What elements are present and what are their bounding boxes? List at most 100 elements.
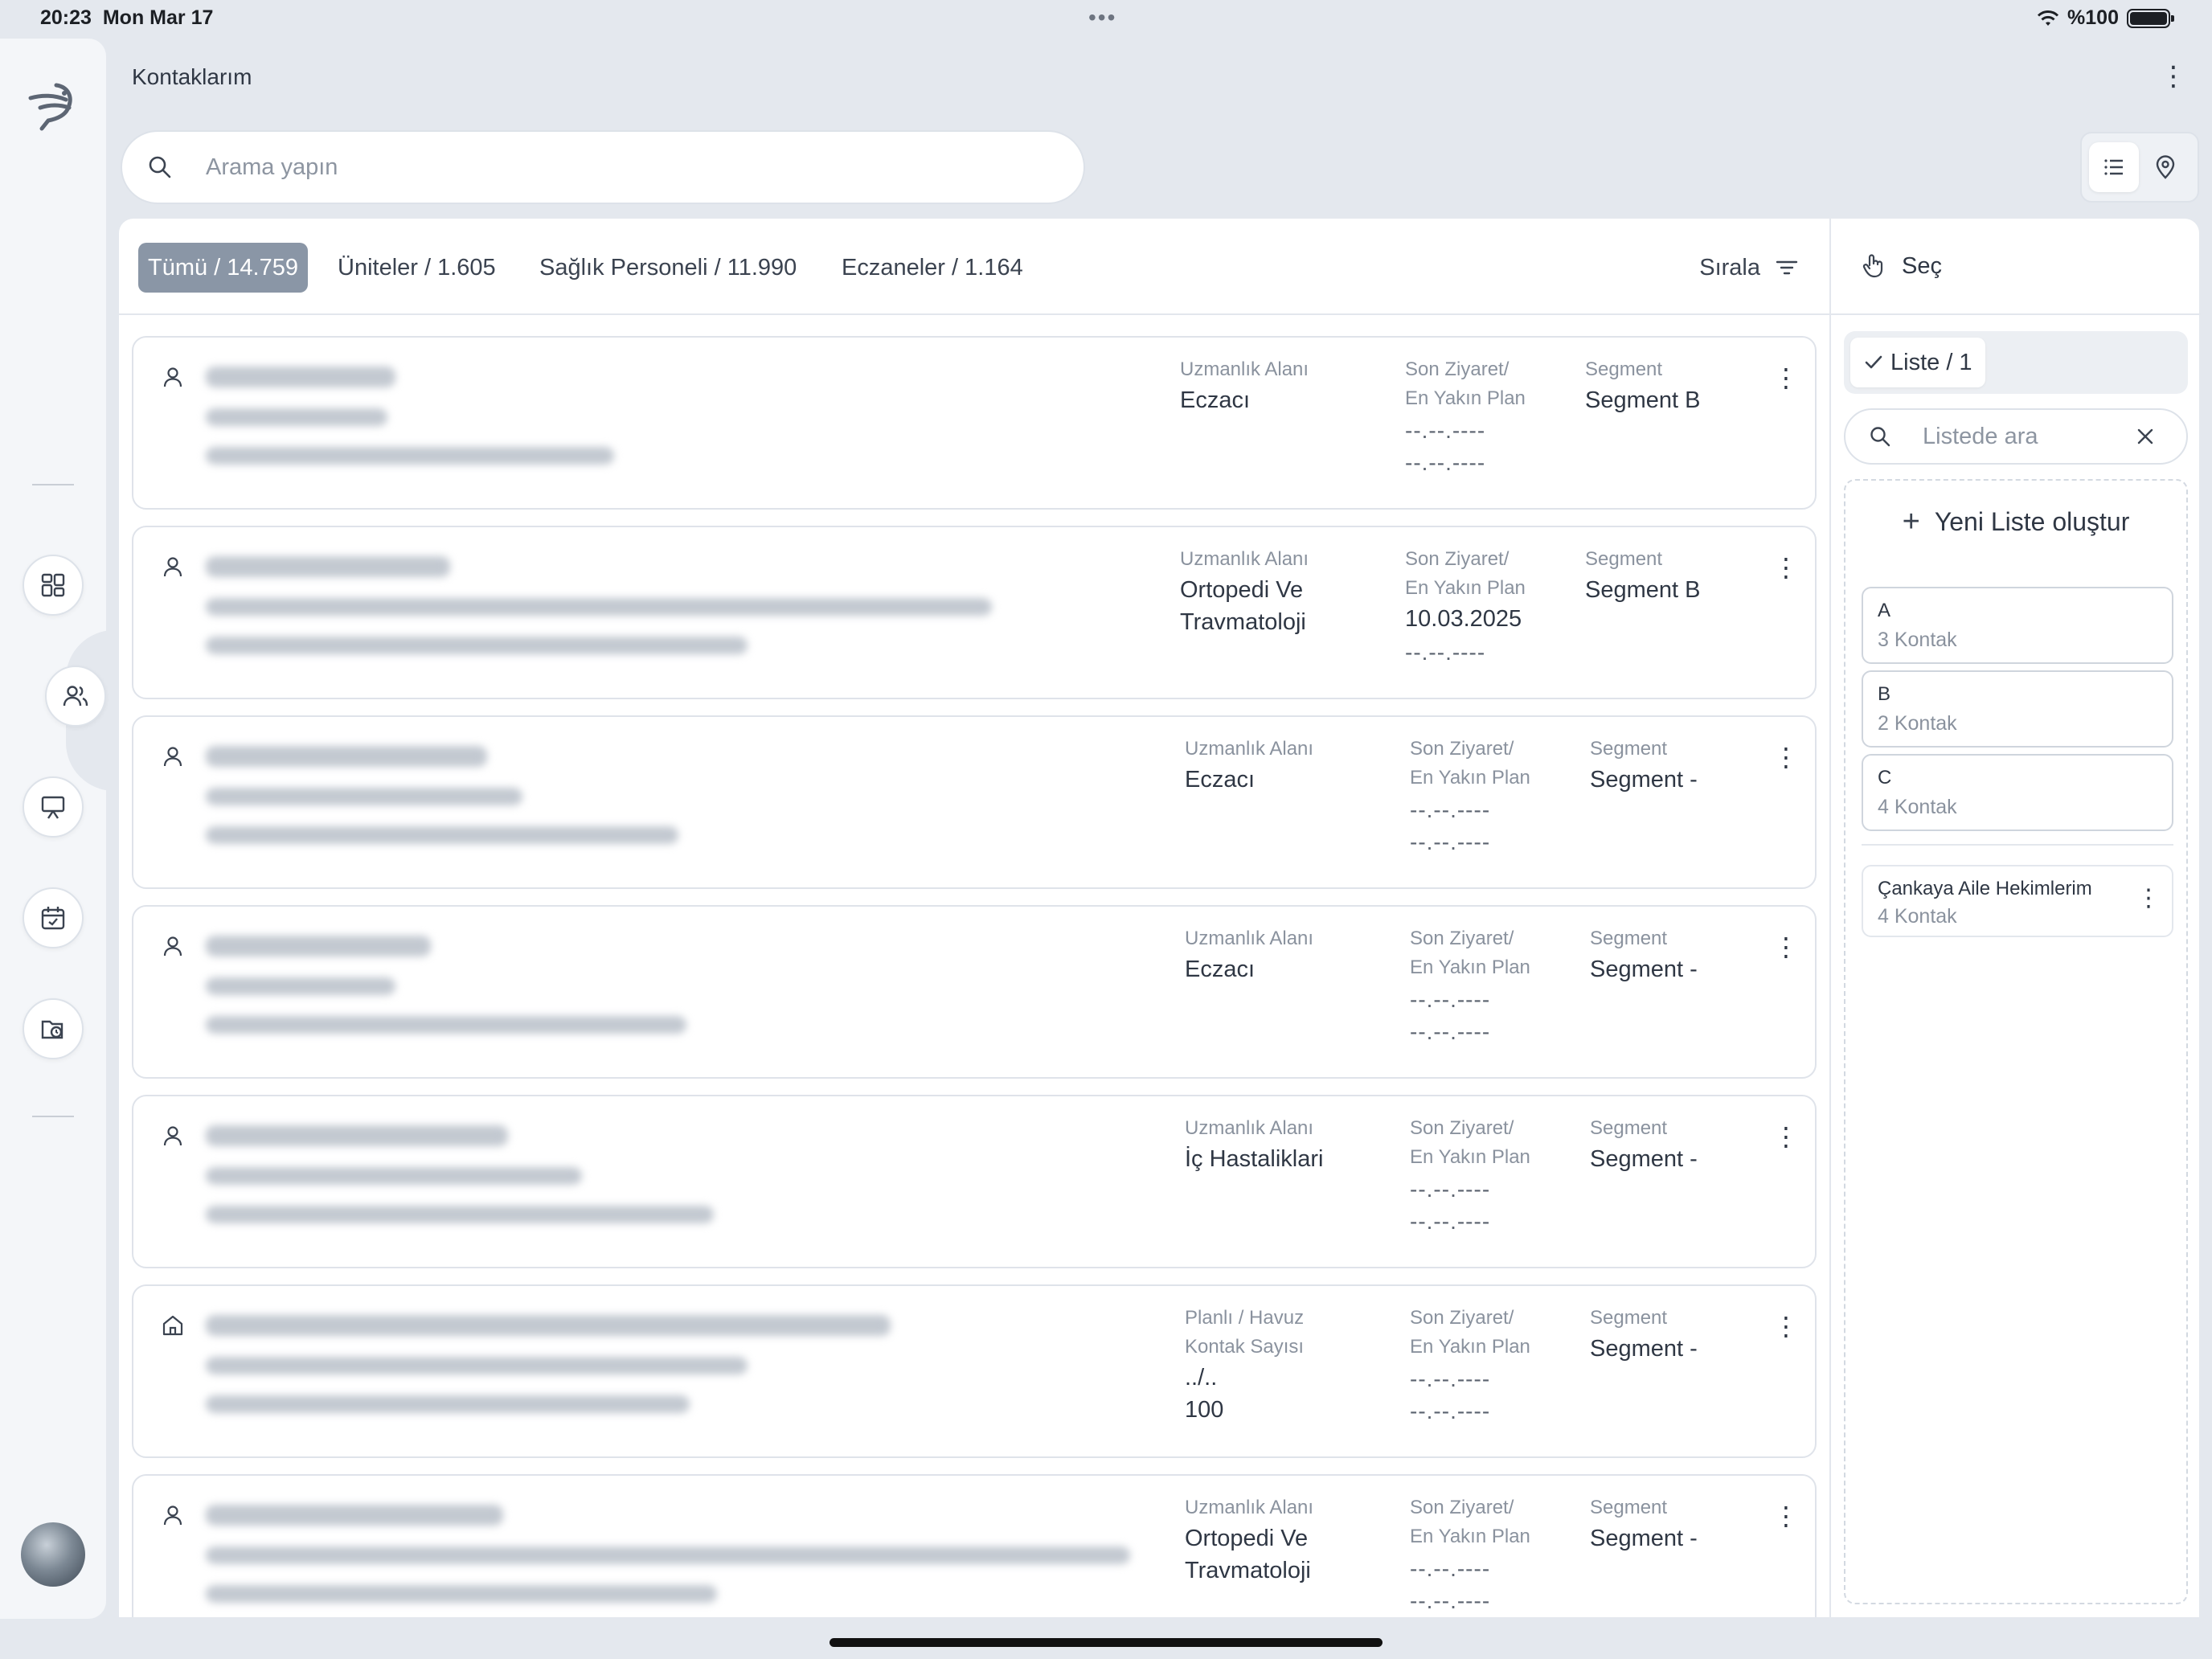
wifi-icon — [2037, 10, 2059, 26]
saved-list-count: 4 Kontak — [1878, 905, 1957, 928]
search-icon — [1870, 427, 1890, 447]
card-more-icon[interactable]: ⋮ — [1773, 553, 1799, 585]
multitask-dots[interactable]: ••• — [1088, 5, 1116, 31]
specialty-value-line2: Travmatoloji — [1185, 1558, 1311, 1583]
segment-value: Segment B — [1585, 577, 1701, 603]
select-label: Seç — [1902, 252, 1942, 279]
filter-chip-health-staff[interactable]: Sağlık Personeli / 11.990 — [539, 243, 797, 293]
segment-value: Segment - — [1590, 1526, 1698, 1551]
sort-button[interactable]: Sırala — [1699, 243, 1799, 293]
contact-card[interactable]: Uzmanlık Alanı Eczacı Son Ziyaret/ En Ya… — [132, 336, 1817, 510]
avatar[interactable] — [21, 1522, 85, 1587]
planned-pool-label: Planlı / Havuz — [1185, 1307, 1305, 1329]
list-search-input[interactable] — [1923, 423, 2124, 450]
last-visit-label: Son Ziyaret/ — [1405, 548, 1509, 570]
last-visit-label: Son Ziyaret/ — [1410, 1497, 1514, 1518]
specialty-value: Eczacı — [1185, 767, 1256, 793]
specialty-label: Uzmanlık Alanı — [1180, 548, 1309, 570]
card-more-icon[interactable]: ⋮ — [1773, 1501, 1799, 1534]
contact-card[interactable]: Uzmanlık Alanı Ortopedi Ve Travmatoloji … — [132, 1474, 1817, 1617]
next-plan-label: En Yakın Plan — [1410, 1336, 1530, 1358]
new-list-button[interactable]: + Yeni Liste oluştur — [1845, 505, 2186, 539]
contact-name-redacted — [206, 746, 487, 767]
app-logo-icon[interactable] — [24, 76, 82, 133]
page-title: Kontaklarım — [132, 64, 252, 89]
nav-folders[interactable] — [23, 998, 84, 1059]
contact-org-redacted — [206, 1546, 1130, 1564]
contact-org-redacted — [206, 977, 395, 995]
nav-calendar[interactable] — [23, 887, 84, 948]
specialty-value: Ortopedi Ve — [1185, 1526, 1309, 1551]
specialty-label: Uzmanlık Alanı — [1185, 928, 1314, 949]
specialty-label: Uzmanlık Alanı — [1185, 1497, 1314, 1518]
person-icon — [163, 1126, 182, 1146]
nav-contacts[interactable] — [45, 666, 106, 727]
new-list-label: Yeni Liste oluştur — [1934, 507, 2130, 536]
card-more-icon[interactable]: ⋮ — [1773, 1312, 1799, 1344]
segment-value: Segment - — [1590, 956, 1698, 982]
specialty-label: Uzmanlık Alanı — [1185, 738, 1314, 760]
planned-pool-value: ../.. — [1185, 1365, 1218, 1391]
contact-card[interactable]: Uzmanlık Alanı Ortopedi Ve Travmatoloji … — [132, 526, 1817, 699]
segment-value: Segment - — [1590, 1336, 1698, 1362]
last-visit-label: Son Ziyaret/ — [1410, 1307, 1514, 1329]
next-plan-label: En Yakın Plan — [1410, 767, 1530, 789]
segment-value: Segment - — [1590, 767, 1698, 793]
contact-name-redacted — [206, 1505, 503, 1526]
contact-name-redacted — [206, 936, 431, 956]
more-options-icon[interactable]: ⋮ — [2159, 63, 2188, 92]
next-plan-value: --.--.---- — [1405, 450, 1486, 475]
select-button[interactable]: Seç — [1831, 219, 2201, 315]
list-search-bar[interactable] — [1844, 408, 2188, 465]
close-icon[interactable] — [2133, 424, 2157, 449]
nav-dashboard[interactable] — [23, 555, 84, 616]
tab-list-label: Liste / 1 — [1890, 349, 1972, 375]
next-plan-label: En Yakın Plan — [1410, 1146, 1530, 1168]
filter-chip-pharmacies[interactable]: Eczaneler / 1.164 — [842, 243, 1023, 293]
person-icon — [163, 367, 182, 387]
contact-card[interactable]: Uzmanlık Alanı Eczacı Son Ziyaret/ En Ya… — [132, 715, 1817, 889]
list-item[interactable]: B 2 Kontak — [1862, 670, 2173, 748]
next-plan-value: --.--.---- — [1410, 1019, 1491, 1044]
filter-chip-units[interactable]: Üniteler / 1.605 — [338, 243, 496, 293]
contact-name-redacted — [206, 1315, 891, 1336]
nav-presentations[interactable] — [23, 776, 84, 838]
search-input[interactable] — [206, 154, 929, 181]
segment-label: Segment — [1590, 1307, 1668, 1329]
list-item[interactable]: A 3 Kontak — [1862, 587, 2173, 664]
saved-list-more-icon[interactable]: ⋮ — [2136, 884, 2161, 912]
segment-label: Segment — [1590, 1117, 1668, 1139]
list-item-count: 3 Kontak — [1878, 629, 1957, 651]
segment-label: Segment — [1585, 358, 1663, 380]
saved-list-item[interactable]: Çankaya Aile Hekimlerim 4 Kontak ⋮ — [1862, 865, 2173, 937]
next-plan-value: --.--.---- — [1410, 1209, 1491, 1234]
card-more-icon[interactable]: ⋮ — [1773, 932, 1799, 965]
search-bar[interactable] — [121, 130, 1085, 204]
next-plan-label: En Yakın Plan — [1405, 387, 1526, 409]
status-right: %100 — [2037, 6, 2174, 30]
contact-card[interactable]: Planlı / Havuz Kontak Sayısı ../.. 100 S… — [132, 1284, 1817, 1458]
last-visit-value: --.--.---- — [1410, 797, 1491, 822]
users-icon — [63, 686, 88, 707]
specialty-value: İç Hastaliklari — [1185, 1146, 1324, 1172]
last-visit-value: --.--.---- — [1410, 1177, 1491, 1202]
card-more-icon[interactable]: ⋮ — [1773, 743, 1799, 775]
contact-card[interactable]: Uzmanlık Alanı İç Hastaliklari Son Ziyar… — [132, 1095, 1817, 1268]
list-item-name: B — [1878, 683, 1891, 705]
list-view-button[interactable] — [2089, 142, 2139, 192]
check-icon — [1865, 355, 1882, 369]
contact-card[interactable]: Uzmanlık Alanı Eczacı Son Ziyaret/ En Ya… — [132, 905, 1817, 1079]
home-indicator[interactable] — [830, 1638, 1382, 1647]
map-view-button[interactable] — [2140, 142, 2190, 192]
list-item-name: C — [1878, 767, 1892, 789]
segment-value: Segment - — [1590, 1146, 1698, 1172]
card-more-icon[interactable]: ⋮ — [1773, 363, 1799, 395]
card-more-icon[interactable]: ⋮ — [1773, 1122, 1799, 1154]
tab-list[interactable]: Liste / 1 — [1850, 338, 1985, 387]
filter-chip-all[interactable]: Tümü / 14.759 — [138, 243, 308, 293]
sidebar — [0, 39, 130, 1619]
person-icon — [163, 557, 182, 577]
list-item[interactable]: C 4 Kontak — [1862, 754, 2173, 831]
plus-icon: + — [1902, 505, 1920, 539]
last-visit-value: --.--.---- — [1410, 987, 1491, 1012]
